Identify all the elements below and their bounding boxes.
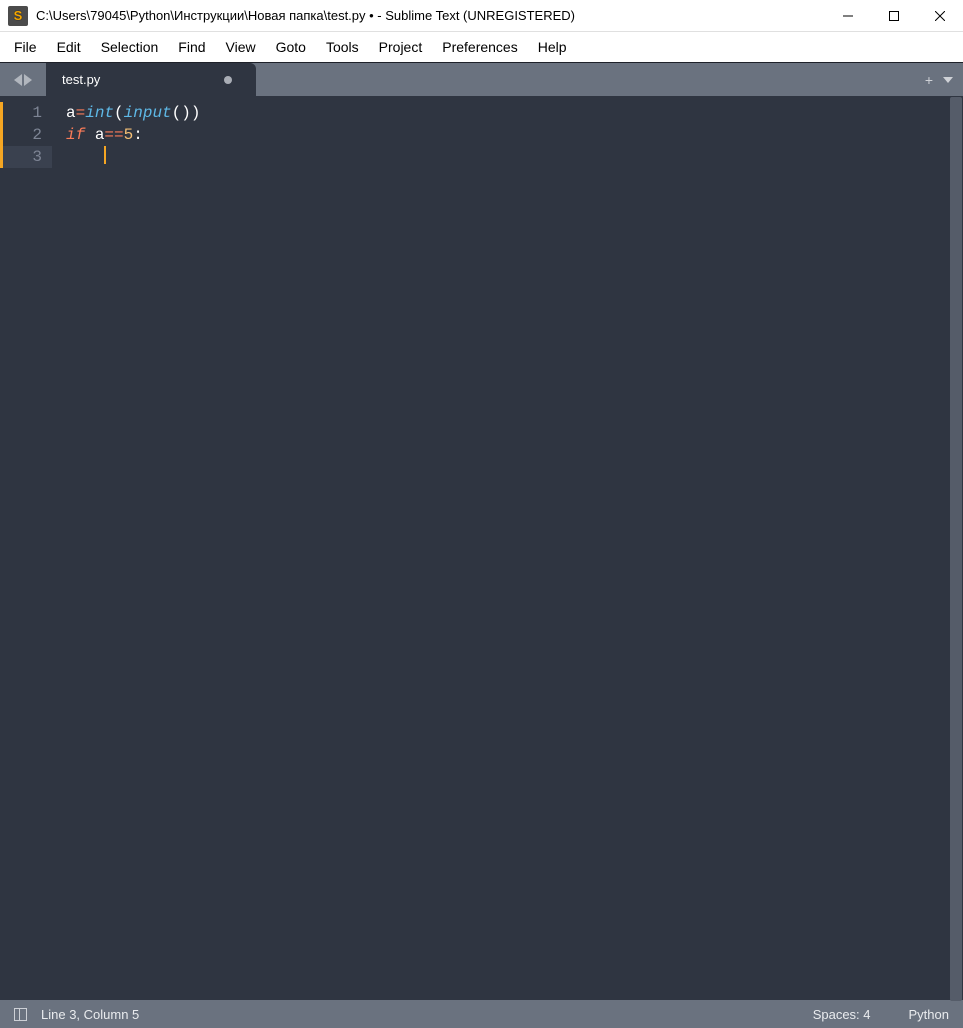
menu-item-goto[interactable]: Goto [266, 35, 316, 59]
minimap[interactable] [845, 96, 949, 1000]
nav-forward-icon[interactable] [24, 74, 32, 86]
menu-item-view[interactable]: View [216, 35, 266, 59]
line-number: 1 [0, 102, 52, 124]
menu-item-edit[interactable]: Edit [47, 35, 91, 59]
title-bar: S C:\Users\79045\Python\Инструкции\Новая… [0, 0, 963, 32]
tab-bar: test.py + [0, 62, 963, 96]
line-number: 3 [0, 146, 52, 168]
maximize-button[interactable] [871, 0, 917, 31]
new-tab-button[interactable]: + [925, 72, 933, 88]
menu-item-help[interactable]: Help [528, 35, 577, 59]
window-controls [825, 0, 963, 31]
code-line: if a==5: [66, 124, 845, 146]
tab-menu-icon[interactable] [943, 77, 953, 83]
editor-area: 123 a=int(input())if a==5: [0, 96, 963, 1000]
tab-history-nav [0, 63, 46, 96]
line-number-gutter: 123 [0, 96, 52, 1000]
menu-item-selection[interactable]: Selection [91, 35, 169, 59]
app-icon: S [8, 6, 28, 26]
nav-back-icon[interactable] [14, 74, 22, 86]
minimize-button[interactable] [825, 0, 871, 31]
cursor-position[interactable]: Line 3, Column 5 [41, 1007, 139, 1022]
menu-bar: FileEditSelectionFindViewGotoToolsProjec… [0, 32, 963, 62]
syntax-status[interactable]: Python [909, 1007, 949, 1022]
code-line: a=int(input()) [66, 102, 845, 124]
status-bar: Line 3, Column 5 Spaces: 4 Python [0, 1000, 963, 1028]
menu-item-find[interactable]: Find [168, 35, 215, 59]
line-number: 2 [0, 124, 52, 146]
dirty-indicator-icon [224, 76, 232, 84]
menu-item-file[interactable]: File [4, 35, 47, 59]
panel-switcher-icon[interactable] [14, 1008, 27, 1021]
vertical-scrollbar[interactable] [949, 96, 963, 1000]
code-editor[interactable]: a=int(input())if a==5: [52, 96, 845, 1000]
window-title: C:\Users\79045\Python\Инструкции\Новая п… [36, 8, 825, 23]
menu-item-tools[interactable]: Tools [316, 35, 369, 59]
menu-item-project[interactable]: Project [369, 35, 433, 59]
scrollbar-thumb[interactable] [950, 97, 962, 1001]
tab-test-py[interactable]: test.py [46, 63, 256, 96]
menu-item-preferences[interactable]: Preferences [432, 35, 527, 59]
tab-label: test.py [62, 72, 100, 87]
code-line [66, 146, 845, 168]
text-caret [104, 146, 106, 164]
close-button[interactable] [917, 0, 963, 31]
indentation-status[interactable]: Spaces: 4 [813, 1007, 871, 1022]
